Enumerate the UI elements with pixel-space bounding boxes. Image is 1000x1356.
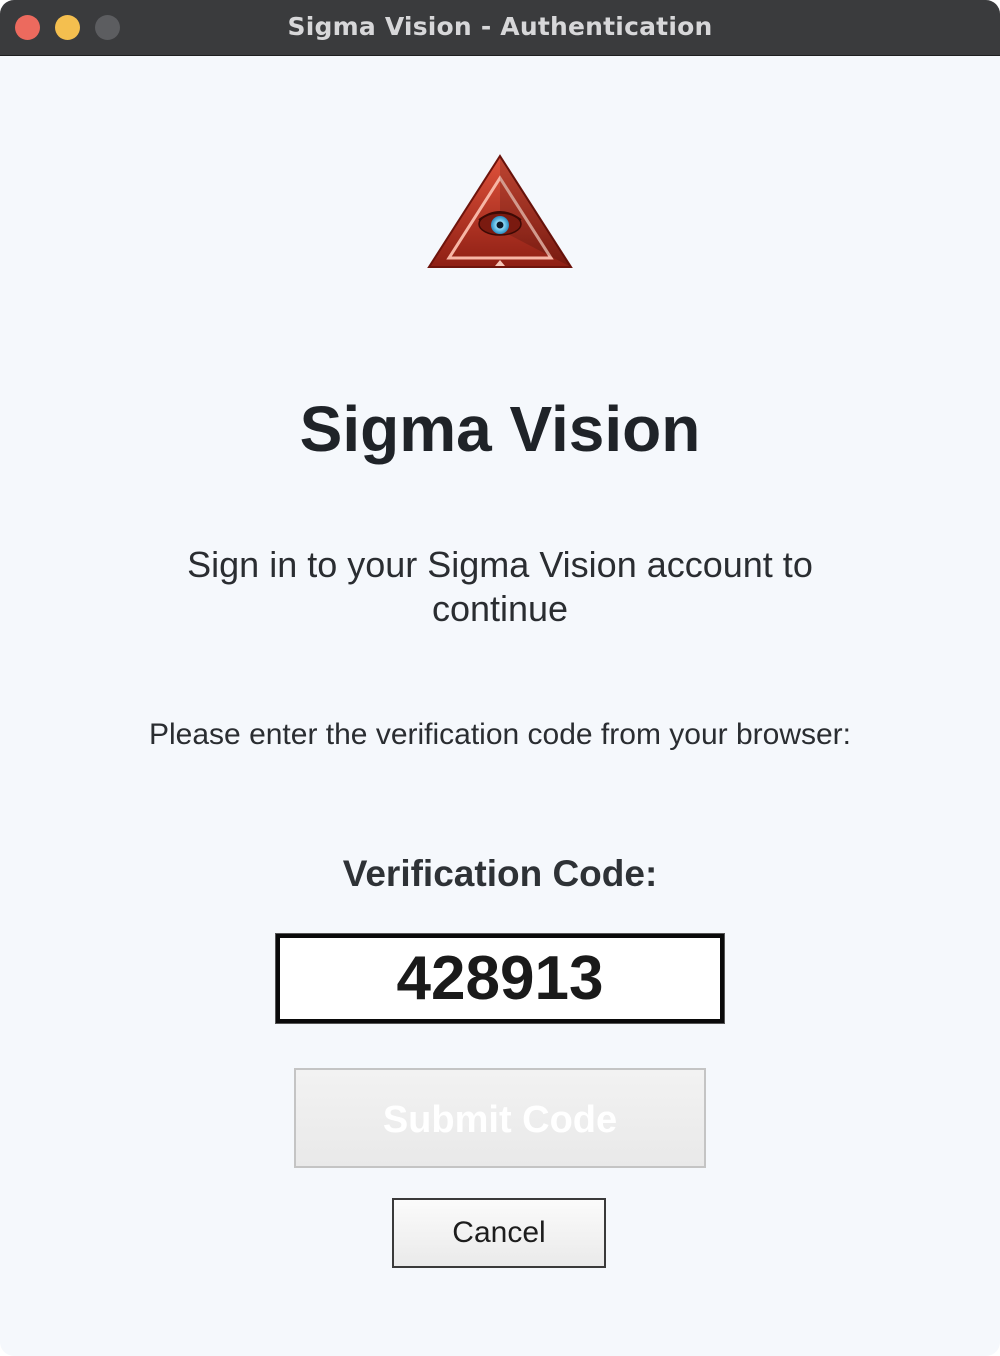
app-title: Sigma Vision xyxy=(299,393,701,465)
window-title: Sigma Vision - Authentication xyxy=(287,12,713,41)
auth-window: Sigma Vision - Authentication Sigma Visi… xyxy=(0,0,1000,1356)
submit-code-button[interactable]: Submit Code xyxy=(294,1068,706,1168)
verification-code-input[interactable] xyxy=(275,933,725,1024)
title-bar[interactable]: Sigma Vision - Authentication xyxy=(0,0,1000,56)
sign-in-subtitle: Sign in to your Sigma Vision account to … xyxy=(187,544,813,629)
cancel-button[interactable]: Cancel xyxy=(392,1198,606,1268)
verification-instructions: Please enter the verification code from … xyxy=(149,718,851,751)
verification-code-label: Verification Code: xyxy=(342,853,658,894)
eye-pyramid-logo-icon xyxy=(425,152,575,272)
